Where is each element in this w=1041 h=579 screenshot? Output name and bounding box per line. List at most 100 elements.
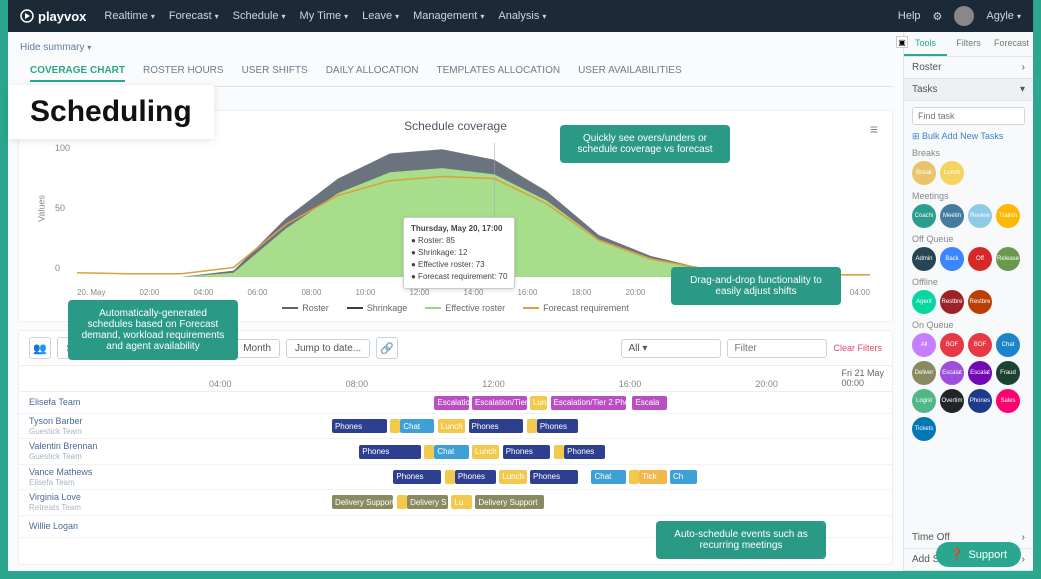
tab-roster-hours[interactable]: ROSTER HOURS <box>143 61 224 82</box>
agent-name[interactable]: Virginia LoveRetreats Team <box>19 490 209 514</box>
shift-bar[interactable]: Phones <box>564 445 605 459</box>
shift-bar[interactable] <box>390 419 400 433</box>
side-tab-filters[interactable]: Filters <box>947 32 990 56</box>
side-tab-tools[interactable]: Tools <box>904 32 947 56</box>
shift-bar[interactable]: Phones <box>537 419 578 433</box>
task-pill-release[interactable]: Release <box>996 247 1020 271</box>
task-pill-fraud[interactable]: Fraud <box>996 361 1020 385</box>
view-month-button[interactable]: Month <box>234 339 280 358</box>
task-pill-escalat[interactable]: Escalat <box>968 361 992 385</box>
roster-section[interactable]: Roster› <box>904 57 1033 79</box>
shift-bar[interactable]: Chat <box>400 419 434 433</box>
shift-bar[interactable]: Lunch <box>438 419 465 433</box>
shift-bar[interactable]: Chat <box>434 445 468 459</box>
shift-bar[interactable] <box>445 470 455 484</box>
shift-bar[interactable]: Escalation/Tier 2 Phones <box>551 396 626 410</box>
task-pill-sales[interactable]: Sales <box>996 389 1020 413</box>
tab-user-availabilities[interactable]: USER AVAILABILITIES <box>578 61 682 82</box>
shift-bar[interactable]: Ch <box>670 470 697 484</box>
shift-bar[interactable] <box>527 419 537 433</box>
tasks-section[interactable]: Tasks▾ <box>904 79 1033 101</box>
legend-forecast-requirement[interactable]: Forecast requirement <box>523 303 629 313</box>
shift-bar[interactable] <box>554 445 564 459</box>
task-pill-coachi[interactable]: Coachi <box>912 204 936 228</box>
pin-icon[interactable]: ▣ <box>896 36 908 48</box>
shift-bar[interactable] <box>424 445 434 459</box>
task-pill-review[interactable]: Review <box>968 204 992 228</box>
task-pill-admin[interactable]: Admin <box>912 247 936 271</box>
nav-forecast[interactable]: Forecast ▾ <box>169 10 219 22</box>
task-pill-logist[interactable]: Logist <box>912 389 936 413</box>
user-menu[interactable]: Agyle ▾ <box>986 10 1021 22</box>
shift-bar[interactable]: Phones <box>393 470 441 484</box>
tab-user-shifts[interactable]: USER SHIFTS <box>242 61 308 82</box>
shift-bar[interactable]: Lun <box>530 396 547 410</box>
filter-select[interactable]: All ▾ <box>621 339 721 358</box>
task-pill-break[interactable]: Break <box>912 161 936 185</box>
tab-daily-allocation[interactable]: DAILY ALLOCATION <box>326 61 419 82</box>
task-pill-chat[interactable]: Chat <box>996 333 1020 357</box>
clear-filters-link[interactable]: Clear Filters <box>833 343 882 353</box>
shift-bar[interactable]: Delivery S <box>407 495 448 509</box>
gear-icon[interactable]: ⚙ <box>933 10 943 23</box>
shift-bar[interactable]: Delivery Support <box>475 495 543 509</box>
nav-realtime[interactable]: Realtime ▾ <box>104 10 154 22</box>
shift-bar[interactable]: Lunch <box>499 470 526 484</box>
shift-bar[interactable]: Lu <box>451 495 471 509</box>
shift-bar[interactable] <box>397 495 407 509</box>
task-pill-phones[interactable]: Phones <box>968 389 992 413</box>
tab-templates-allocation[interactable]: TEMPLATES ALLOCATION <box>437 61 561 82</box>
shift-bar[interactable]: Phones <box>455 470 496 484</box>
bulk-add-link[interactable]: ⊞ Bulk Add New Tasks <box>912 131 1025 142</box>
hide-summary-toggle[interactable]: Hide summary ▾ <box>18 38 893 57</box>
task-pill-off[interactable]: Off <box>968 247 992 271</box>
task-pill-lunch[interactable]: Lunch <box>940 161 964 185</box>
task-pill-escalat[interactable]: Escalat <box>940 361 964 385</box>
shift-bar[interactable]: Escalatio <box>434 396 468 410</box>
legend-roster[interactable]: Roster <box>282 303 329 313</box>
task-pill-bof[interactable]: BOF <box>940 333 964 357</box>
shift-bar[interactable]: Phones <box>530 470 578 484</box>
task-pill-tickets[interactable]: Tickets <box>912 417 936 441</box>
nav-schedule[interactable]: Schedule ▾ <box>233 10 286 22</box>
agent-name[interactable]: Elisefa Team <box>19 395 209 410</box>
task-pill-back[interactable]: Back <box>940 247 964 271</box>
help-link[interactable]: Help <box>898 10 921 22</box>
gantt-timeline[interactable]: Phones Chat Lunch Phones Phones <box>209 418 892 434</box>
gantt-timeline[interactable]: PhonesChatLunchPhonesPhones <box>209 444 892 460</box>
task-pill-deliver[interactable]: Deliver <box>912 361 936 385</box>
task-pill-trainin[interactable]: Trainin <box>996 204 1020 228</box>
agent-name[interactable]: Tyson BarberGuestick Team <box>19 414 209 438</box>
toolbar-users-icon[interactable]: 👥 <box>29 337 51 359</box>
link-icon[interactable]: 🔗 <box>376 337 398 359</box>
shift-bar[interactable] <box>629 470 639 484</box>
agent-name[interactable]: Willie Logan <box>19 519 209 534</box>
task-pill-restbre[interactable]: Restbre <box>968 290 992 314</box>
shift-bar[interactable]: Escala <box>632 396 666 410</box>
filter-input[interactable] <box>727 339 827 358</box>
find-task-input[interactable] <box>912 107 1025 125</box>
nav-my time[interactable]: My Time ▾ <box>300 10 349 22</box>
chart-menu-icon[interactable]: ≡ <box>870 121 878 137</box>
agent-name[interactable]: Valentin BrennanGuestick Team <box>19 439 209 463</box>
shift-bar[interactable]: Phones <box>359 445 420 459</box>
shift-bar[interactable]: Phones <box>469 419 524 433</box>
task-pill-meetin[interactable]: Meetin <box>940 204 964 228</box>
gantt-timeline[interactable]: Delivery Support Delivery SLu Delivery Sup… <box>209 494 892 510</box>
task-pill-restbre[interactable]: Restbre <box>940 290 964 314</box>
shift-bar[interactable]: Delivery Support <box>332 495 393 509</box>
shift-bar[interactable]: Tick <box>639 470 666 484</box>
shift-bar[interactable]: Escalation/Tier 2 <box>472 396 527 410</box>
task-pill-all[interactable]: All <box>912 333 936 357</box>
shift-bar[interactable]: Phones <box>332 419 387 433</box>
legend-shrinkage[interactable]: Shrinkage <box>347 303 408 313</box>
nav-management[interactable]: Management ▾ <box>413 10 484 22</box>
task-pill-overtim[interactable]: Overtim <box>940 389 964 413</box>
task-pill-bof[interactable]: BOF <box>968 333 992 357</box>
nav-leave[interactable]: Leave ▾ <box>362 10 399 22</box>
avatar[interactable] <box>954 6 974 26</box>
tab-coverage-chart[interactable]: COVERAGE CHART <box>30 61 125 82</box>
shift-bar[interactable]: Chat <box>591 470 625 484</box>
shift-bar[interactable]: Phones <box>503 445 551 459</box>
task-pill-agent[interactable]: Agent <box>912 290 936 314</box>
